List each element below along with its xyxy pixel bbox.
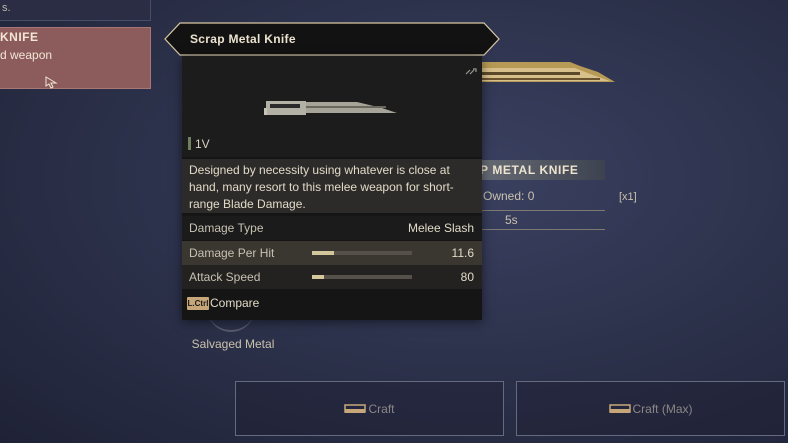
item-card-top-text: s.: [2, 2, 11, 14]
craft-max-button[interactable]: Craft (Max): [516, 381, 785, 436]
anvil-icon: [344, 403, 367, 413]
selected-item-subtitle: d weapon: [0, 48, 53, 62]
stat-value: 11.6: [451, 246, 474, 260]
craft-button[interactable]: Craft: [235, 381, 504, 436]
level-indicator: [188, 137, 191, 150]
knife-preview-image: [480, 62, 615, 82]
craft-time: 5s: [505, 213, 518, 227]
stat-row: Damage Per Hit 11.6: [182, 241, 482, 265]
selected-item-title: KNIFE: [0, 30, 39, 44]
anvil-icon: [608, 403, 631, 413]
weapon-image: [182, 56, 482, 157]
stat-row: Attack Speed 80: [182, 265, 482, 289]
item-card-top[interactable]: s.: [0, 0, 151, 21]
detail-item-name: P METAL KNIFE: [470, 160, 605, 180]
item-card-selected[interactable]: KNIFE d weapon: [0, 27, 151, 89]
stat-bar-fill: [312, 275, 324, 279]
stat-value: Melee Slash: [407, 221, 474, 235]
owned-count: Owned: 0: [483, 189, 535, 203]
item-level: 1V: [195, 137, 210, 151]
stat-bar-fill: [312, 251, 334, 255]
knife-icon: [264, 101, 397, 115]
stat-label: Damage Per Hit: [189, 246, 275, 260]
tooltip-item-name: Scrap Metal Knife: [190, 32, 296, 46]
mouse-cursor-icon: [45, 76, 58, 89]
ingredient-name: Salvaged Metal: [191, 337, 275, 351]
compare-prompt[interactable]: L.Ctrl Compare: [182, 289, 482, 320]
item-description: Designed by necessity using whatever is …: [182, 159, 482, 213]
compare-label: Compare: [210, 296, 260, 310]
craft-multiplier[interactable]: [x1]: [619, 191, 637, 203]
upgrade-icon: [465, 68, 477, 75]
stat-row: Damage Type Melee Slash: [182, 216, 482, 240]
key-hint: L.Ctrl: [187, 297, 209, 310]
divider: [480, 210, 605, 211]
stat-bar: [312, 251, 412, 255]
divider: [480, 229, 605, 230]
tooltip-header: Scrap Metal Knife: [164, 22, 500, 56]
craft-label: Craft: [368, 401, 395, 416]
stat-value: 80: [460, 270, 474, 284]
stat-bar: [312, 275, 412, 279]
stat-label: Damage Type: [189, 221, 264, 235]
craft-max-label: Craft (Max): [632, 401, 693, 416]
stat-label: Attack Speed: [189, 270, 261, 284]
